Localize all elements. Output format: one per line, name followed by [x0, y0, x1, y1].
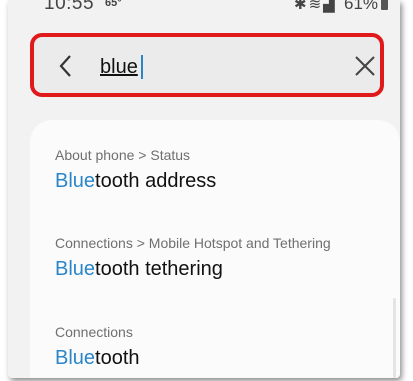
status-time: 10:55	[44, 0, 95, 14]
search-input[interactable]	[100, 53, 320, 81]
result-rest: tooth address	[95, 170, 217, 192]
scrollbar[interactable]	[393, 298, 396, 378]
battery-icon	[381, 0, 389, 10]
result-title: Bluetooth address	[55, 168, 216, 194]
search-results: About phone > Status Bluetooth address C…	[30, 120, 400, 378]
status-bar: 10:55 65° ✱≋▟ 61%	[8, 0, 400, 26]
result-item[interactable]: Connections > Mobile Hotspot and Tetheri…	[55, 234, 331, 282]
result-rest: tooth	[95, 347, 140, 369]
result-path: Connections > Mobile Hotspot and Tetheri…	[55, 235, 331, 251]
result-path: About phone > Status	[55, 147, 191, 163]
battery-status: 61%	[344, 0, 389, 14]
wifi-icon: ≋	[308, 0, 324, 13]
result-rest: tooth tethering	[95, 258, 223, 280]
result-match: Blue	[55, 347, 96, 369]
result-path: Connections	[55, 324, 133, 340]
close-icon[interactable]	[354, 55, 376, 77]
result-title: Bluetooth tethering	[55, 256, 331, 282]
result-item[interactable]: Connections Bluetooth	[55, 323, 140, 371]
status-icons: ✱≋▟	[294, 0, 337, 13]
screenshot-frame: 10:55 65° ✱≋▟ 61% About phone > Status B…	[8, 0, 400, 378]
search-bar	[30, 33, 384, 97]
text-caret	[141, 55, 143, 79]
battery-percent: 61%	[344, 0, 379, 13]
back-chevron-icon[interactable]	[56, 53, 76, 79]
result-match: Blue	[55, 170, 96, 192]
signal-icon: ▟	[323, 0, 337, 13]
result-match: Blue	[55, 258, 96, 280]
result-title: Bluetooth	[55, 345, 140, 371]
result-item[interactable]: About phone > Status Bluetooth address	[55, 146, 216, 194]
bluetooth-icon: ✱	[294, 0, 309, 13]
status-temperature: 65°	[105, 0, 122, 9]
